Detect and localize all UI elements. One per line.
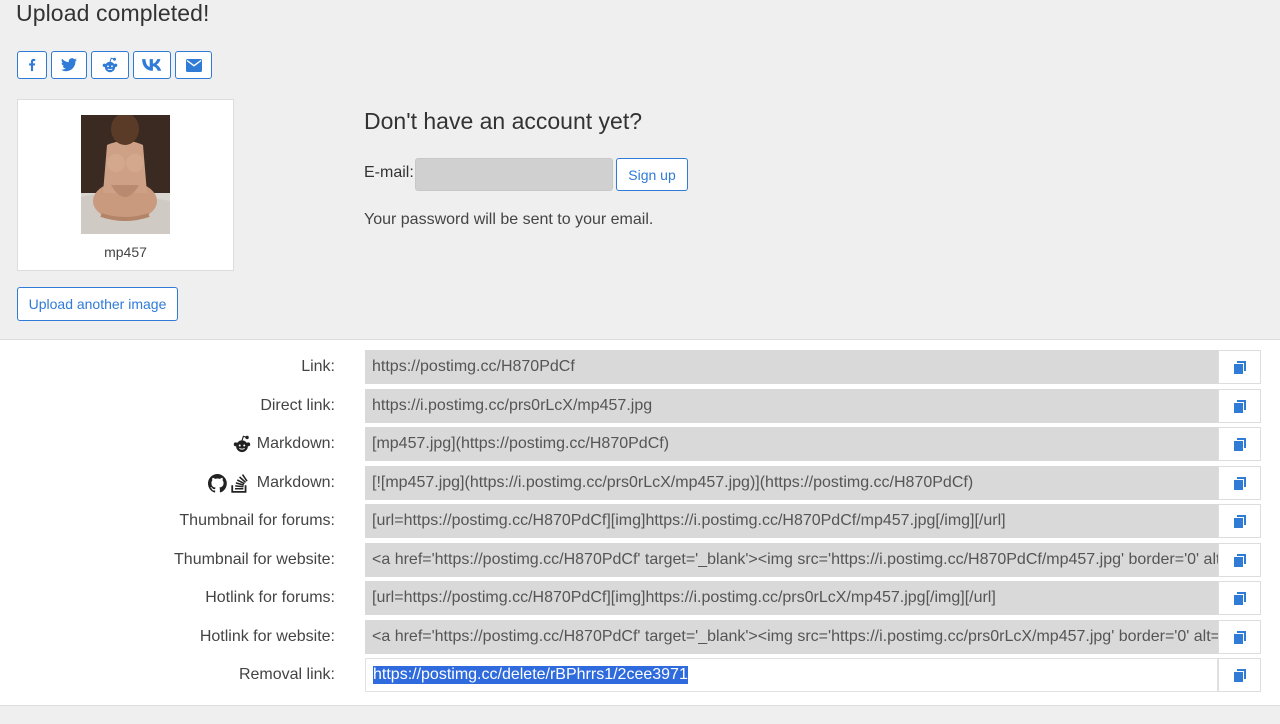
- uploaded-image-card: mp457: [17, 99, 234, 271]
- hotlink-website-field[interactable]: <a href='https://postimg.cc/H870PdCf' ta…: [365, 620, 1218, 654]
- copy-button[interactable]: [1218, 620, 1261, 654]
- copy-icon: [1233, 668, 1246, 682]
- upload-another-button[interactable]: Upload another image: [17, 287, 178, 321]
- copy-icon: [1233, 514, 1246, 528]
- copy-icon: [1233, 476, 1246, 490]
- copy-button[interactable]: [1218, 543, 1261, 577]
- selected-text: https://postimg.cc/delete/rBPhrrs1/2cee3…: [373, 666, 688, 684]
- copy-button[interactable]: [1218, 350, 1261, 384]
- markdown-reddit-field[interactable]: [mp457.jpg](https://postimg.cc/H870PdCf): [365, 427, 1218, 461]
- copy-button[interactable]: [1218, 427, 1261, 461]
- copy-icon: [1233, 591, 1246, 605]
- row-label: Hotlink for forums:: [205, 589, 335, 606]
- thumbnail-forums-field[interactable]: [url=https://postimg.cc/H870PdCf][img]ht…: [365, 504, 1218, 538]
- row-label: Hotlink for website:: [199, 628, 335, 645]
- account-heading: Don't have an account yet?: [364, 108, 643, 134]
- row-label: Thumbnail for forums:: [179, 512, 335, 529]
- share-links-panel: Link: https://postimg.cc/H870PdCf Direct…: [0, 339, 1280, 706]
- row-label: Markdown:: [256, 435, 335, 452]
- email-label: E-mail:: [364, 164, 414, 181]
- markdown-github-field[interactable]: [![mp457.jpg](https://i.postimg.cc/prs0r…: [365, 466, 1218, 500]
- copy-button[interactable]: [1218, 504, 1261, 538]
- row-label: Removal link:: [238, 666, 335, 683]
- direct-link-field[interactable]: https://i.postimg.cc/prs0rLcX/mp457.jpg: [365, 389, 1218, 423]
- github-icon: [207, 473, 227, 493]
- direct-link-row: Direct link: https://i.postimg.cc/prs0rL…: [0, 389, 1280, 423]
- email-icon: [185, 58, 202, 72]
- share-facebook-button[interactable]: [17, 51, 47, 79]
- share-reddit-button[interactable]: [91, 51, 129, 79]
- stackoverflow-icon: [231, 474, 248, 493]
- hotlink-website-row: Hotlink for website: <a href='https://po…: [0, 620, 1280, 654]
- copy-button[interactable]: [1218, 466, 1261, 500]
- row-label: Link:: [301, 358, 335, 375]
- facebook-icon: [29, 58, 36, 72]
- email-input[interactable]: [415, 158, 613, 191]
- share-bar: [17, 51, 212, 79]
- share-email-button[interactable]: [175, 51, 212, 79]
- removal-link-row: Removal link: https://postimg.cc/delete/…: [0, 658, 1280, 692]
- twitter-icon: [61, 58, 77, 72]
- page-title: Upload completed!: [16, 0, 210, 26]
- vk-icon: [142, 59, 162, 71]
- link-row: Link: https://postimg.cc/H870PdCf: [0, 350, 1280, 384]
- reddit-icon: [102, 57, 118, 73]
- copy-button[interactable]: [1218, 658, 1261, 692]
- thumbnail-website-row: Thumbnail for website: <a href='https://…: [0, 543, 1280, 577]
- markdown-reddit-row: Markdown: [mp457.jpg](https://postimg.cc…: [0, 427, 1280, 461]
- sign-up-button[interactable]: Sign up: [616, 158, 688, 191]
- hotlink-forums-row: Hotlink for forums: [url=https://postimg…: [0, 581, 1280, 615]
- share-twitter-button[interactable]: [51, 51, 87, 79]
- password-note: Your password will be sent to your email…: [364, 211, 654, 228]
- copy-icon: [1233, 399, 1246, 413]
- hotlink-forums-field[interactable]: [url=https://postimg.cc/H870PdCf][img]ht…: [365, 581, 1218, 615]
- copy-icon: [1233, 630, 1246, 644]
- image-file-name: mp457: [104, 244, 147, 260]
- copy-icon: [1233, 437, 1246, 451]
- copy-icon: [1233, 553, 1246, 567]
- markdown-github-row: Markdown: [![mp457.jpg](https://i.postim…: [0, 466, 1280, 500]
- row-label: Markdown:: [256, 474, 335, 491]
- copy-button[interactable]: [1218, 389, 1261, 423]
- thumbnail-website-field[interactable]: <a href='https://postimg.cc/H870PdCf' ta…: [365, 543, 1218, 577]
- link-field[interactable]: https://postimg.cc/H870PdCf: [365, 350, 1218, 384]
- reddit-icon: [233, 435, 250, 453]
- row-label: Thumbnail for website:: [174, 551, 335, 568]
- removal-link-field[interactable]: https://postimg.cc/delete/rBPhrrs1/2cee3…: [365, 658, 1218, 692]
- uploaded-image-thumbnail[interactable]: [81, 115, 170, 234]
- copy-icon: [1233, 360, 1246, 374]
- thumbnail-forums-row: Thumbnail for forums: [url=https://posti…: [0, 504, 1280, 538]
- copy-button[interactable]: [1218, 581, 1261, 615]
- row-label: Direct link:: [260, 397, 335, 414]
- share-vk-button[interactable]: [133, 51, 171, 79]
